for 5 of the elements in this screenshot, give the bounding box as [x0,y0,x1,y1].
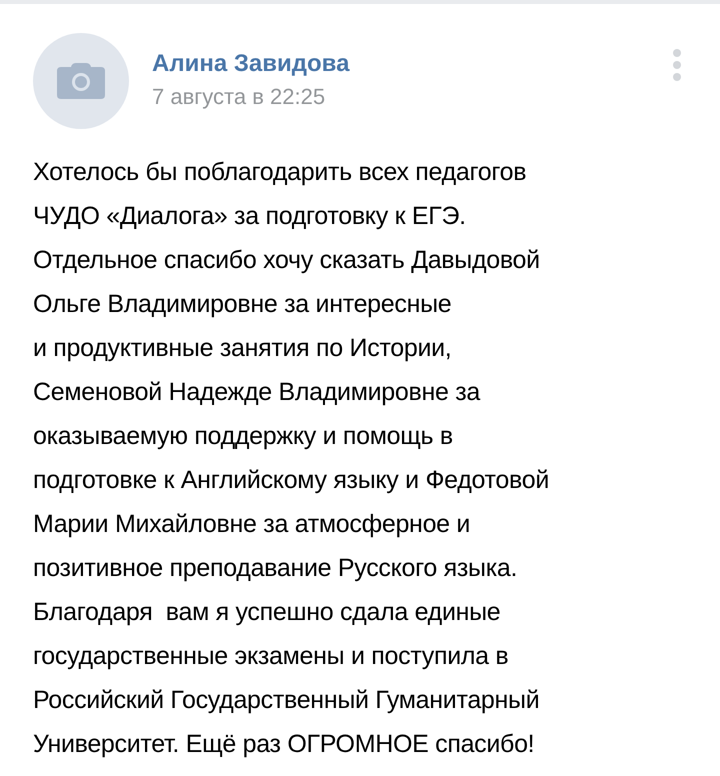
post-text: Хотелось бы поблагодарить всех педагогов ЧУДО «Диалога» за подготовку к ЕГЭ. Отдельное спасибо хочу сказать Давыдовой Ольге Владимировне за интересные и продуктивные занятия по Истории, Семеновой Надежде Владимировне за оказываемую поддержку и помощь в подготовке к Английскому языку и Федотовой Марии Михайловне за атмосферное и позитивное преподавание Русского языка. Благодаря вам я успешно сдала единые государственные экзамены и поступила в Российский Государственный Гуманитарный Университет. Ещё раз ОГРОМНОЕ спасибо! [33,157,550,760]
author-name[interactable]: Алина Завидова [152,48,350,80]
camera-icon [57,63,105,99]
post-date: 7 августа в 22:25 [152,83,326,111]
more-options-icon[interactable] [670,48,684,82]
